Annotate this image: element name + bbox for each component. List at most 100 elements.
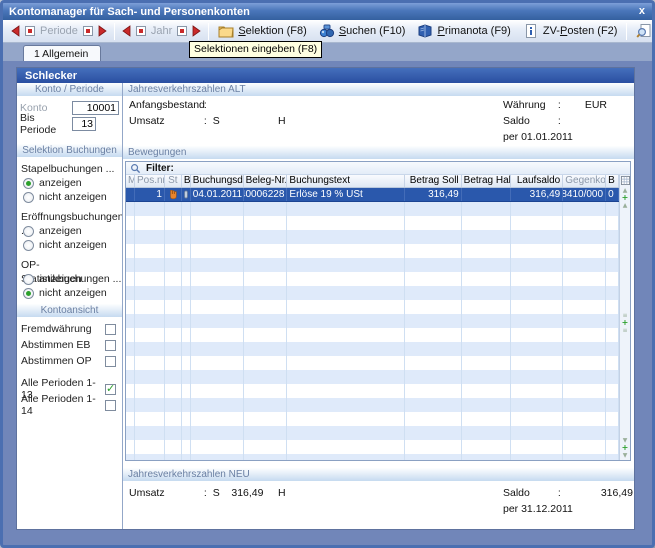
table-row[interactable] bbox=[126, 356, 619, 370]
checkbox-icon[interactable] bbox=[105, 340, 116, 351]
check-option-alle-perioden-1-14[interactable]: Alle Perioden 1-14 bbox=[17, 397, 122, 413]
table-row[interactable] bbox=[126, 314, 619, 328]
table-row-selected[interactable]: 104.01.2011 /Di40006228Erlöse 19 % USt31… bbox=[126, 188, 619, 202]
strip-down-icon[interactable]: ▼ bbox=[623, 452, 628, 459]
prev-periode-arrow-icon[interactable] bbox=[10, 25, 22, 37]
strip-plus-icon[interactable]: + bbox=[622, 194, 629, 202]
cell-betrag-soll bbox=[405, 412, 462, 426]
radio-option-anzeigen[interactable]: anzeigen bbox=[17, 176, 122, 190]
column-header-betrag-soll[interactable]: Betrag Soll bbox=[405, 175, 462, 187]
cell-buchungstext bbox=[287, 202, 404, 216]
check-option-fremdw-hrung[interactable]: Fremdwährung bbox=[17, 321, 122, 337]
strip-plus-icon[interactable]: + bbox=[622, 444, 629, 452]
tab-allgemein[interactable]: 1 Allgemein bbox=[23, 45, 101, 61]
cell-b bbox=[182, 230, 191, 244]
column-header-betrag-haben[interactable]: Betrag Haben bbox=[462, 175, 512, 187]
last-periode-icon[interactable] bbox=[82, 25, 94, 37]
table-row[interactable] bbox=[126, 426, 619, 440]
cell-m bbox=[126, 440, 135, 454]
table-row[interactable] bbox=[126, 370, 619, 384]
column-header-st[interactable]: St bbox=[165, 175, 182, 187]
umsatz-alt-colon: : bbox=[204, 115, 207, 127]
last-jahr-icon[interactable] bbox=[176, 25, 188, 37]
cell-beleg-nr- bbox=[244, 202, 288, 216]
cell-laufsaldo bbox=[511, 286, 563, 300]
column-header-buchungsdatum[interactable]: Buchungsdatum bbox=[191, 175, 244, 187]
column-header-m[interactable]: M bbox=[126, 175, 135, 187]
checkbox-icon[interactable] bbox=[105, 356, 116, 367]
column-header-laufsaldo[interactable]: Laufsaldo bbox=[511, 175, 563, 187]
selektion-f8-button[interactable]: Selektion (F8) bbox=[212, 21, 312, 41]
check-option-abstimmen-op[interactable]: Abstimmen OP bbox=[17, 353, 122, 369]
table-row[interactable] bbox=[126, 384, 619, 398]
suchen-f10-button[interactable]: Suchen (F10) bbox=[313, 21, 412, 41]
filter-row[interactable]: Filter: bbox=[126, 162, 630, 175]
table-row[interactable] bbox=[126, 412, 619, 426]
cell-st bbox=[165, 314, 182, 328]
radio-icon[interactable] bbox=[23, 226, 34, 237]
cell-st bbox=[165, 342, 182, 356]
cell-laufsaldo bbox=[511, 356, 563, 370]
table-row[interactable] bbox=[126, 202, 619, 216]
check-option-abstimmen-eb[interactable]: Abstimmen EB bbox=[17, 337, 122, 353]
checkbox-icon[interactable] bbox=[105, 400, 116, 411]
next-periode-arrow-icon[interactable] bbox=[96, 25, 108, 37]
left-sidebar: Konto / Periode Konto Bis Periode Selekt… bbox=[17, 83, 123, 529]
radio-icon[interactable] bbox=[23, 192, 34, 203]
title-bar: Kontomanager für Sach- und Personenkonte… bbox=[3, 3, 652, 20]
table-row[interactable] bbox=[126, 216, 619, 230]
table-row[interactable] bbox=[126, 454, 619, 460]
checkbox-icon[interactable] bbox=[105, 324, 116, 335]
column-header-b[interactable]: B bbox=[182, 175, 191, 187]
table-row[interactable] bbox=[126, 440, 619, 454]
table-row[interactable] bbox=[126, 286, 619, 300]
table-row[interactable] bbox=[126, 244, 619, 258]
bis-periode-input[interactable] bbox=[72, 117, 96, 131]
cell-betrag-haben bbox=[462, 370, 512, 384]
radio-selected-icon[interactable] bbox=[23, 178, 34, 189]
close-button[interactable]: x bbox=[639, 3, 645, 19]
table-row[interactable] bbox=[126, 342, 619, 356]
radio-option-nicht-anzeigen[interactable]: nicht anzeigen bbox=[17, 286, 122, 300]
radio-option-nicht-anzeigen[interactable]: nicht anzeigen bbox=[17, 238, 122, 252]
cell-betrag-soll bbox=[405, 244, 462, 258]
checkbox-checked-icon[interactable] bbox=[105, 384, 116, 395]
cell-pos-nr bbox=[135, 398, 165, 412]
radio-selected-icon[interactable] bbox=[23, 288, 34, 299]
radio-icon[interactable] bbox=[23, 274, 34, 285]
cell-laufsaldo bbox=[511, 370, 563, 384]
column-header-b[interactable]: B bbox=[606, 175, 619, 187]
primanota-f9-button[interactable]: Primanota (F9) bbox=[411, 21, 516, 41]
zv-posten-f2-button[interactable]: ZV-Posten (F2) bbox=[517, 21, 624, 41]
cell-m bbox=[126, 454, 135, 460]
cell-betrag-soll bbox=[405, 216, 462, 230]
strip-up-icon[interactable]: ▲ bbox=[623, 202, 628, 209]
column-header-pos-nr[interactable]: Pos.nr bbox=[135, 175, 165, 187]
cell-pos-nr bbox=[135, 202, 165, 216]
column-header-beleg-nr-[interactable]: Beleg-Nr. bbox=[244, 175, 288, 187]
next-jahr-arrow-icon[interactable] bbox=[190, 25, 202, 37]
column-chooser-icon[interactable] bbox=[621, 176, 630, 185]
strip-lines-icon[interactable]: ≡ bbox=[622, 327, 627, 334]
table-row[interactable] bbox=[126, 230, 619, 244]
client-area: Schlecker Konto / Periode Konto Bis Peri… bbox=[3, 61, 652, 545]
table-row[interactable] bbox=[126, 258, 619, 272]
table-row[interactable] bbox=[126, 328, 619, 342]
ansicht-button[interactable]: Ansicht bbox=[630, 21, 655, 41]
cell-betrag-haben bbox=[462, 286, 512, 300]
table-row[interactable] bbox=[126, 398, 619, 412]
column-header-buchungstext[interactable]: Buchungstext bbox=[287, 175, 404, 187]
radio-option-anzeigen[interactable]: anzeigen bbox=[17, 224, 122, 238]
strip-plus-icon[interactable]: + bbox=[622, 319, 629, 327]
konto-input[interactable] bbox=[72, 101, 119, 115]
radio-icon[interactable] bbox=[23, 240, 34, 251]
table-scroll-strip[interactable]: ▲+▲≡+≡▼+▼ bbox=[619, 175, 630, 460]
radio-option-nicht-anzeigen[interactable]: nicht anzeigen bbox=[17, 190, 122, 204]
table-row[interactable] bbox=[126, 272, 619, 286]
cell-pos-nr bbox=[135, 440, 165, 454]
first-periode-icon[interactable] bbox=[24, 25, 36, 37]
first-jahr-icon[interactable] bbox=[135, 25, 147, 37]
column-header-gegenkonto[interactable]: Gegenkonto bbox=[563, 175, 606, 187]
table-row[interactable] bbox=[126, 300, 619, 314]
prev-jahr-arrow-icon[interactable] bbox=[121, 25, 133, 37]
